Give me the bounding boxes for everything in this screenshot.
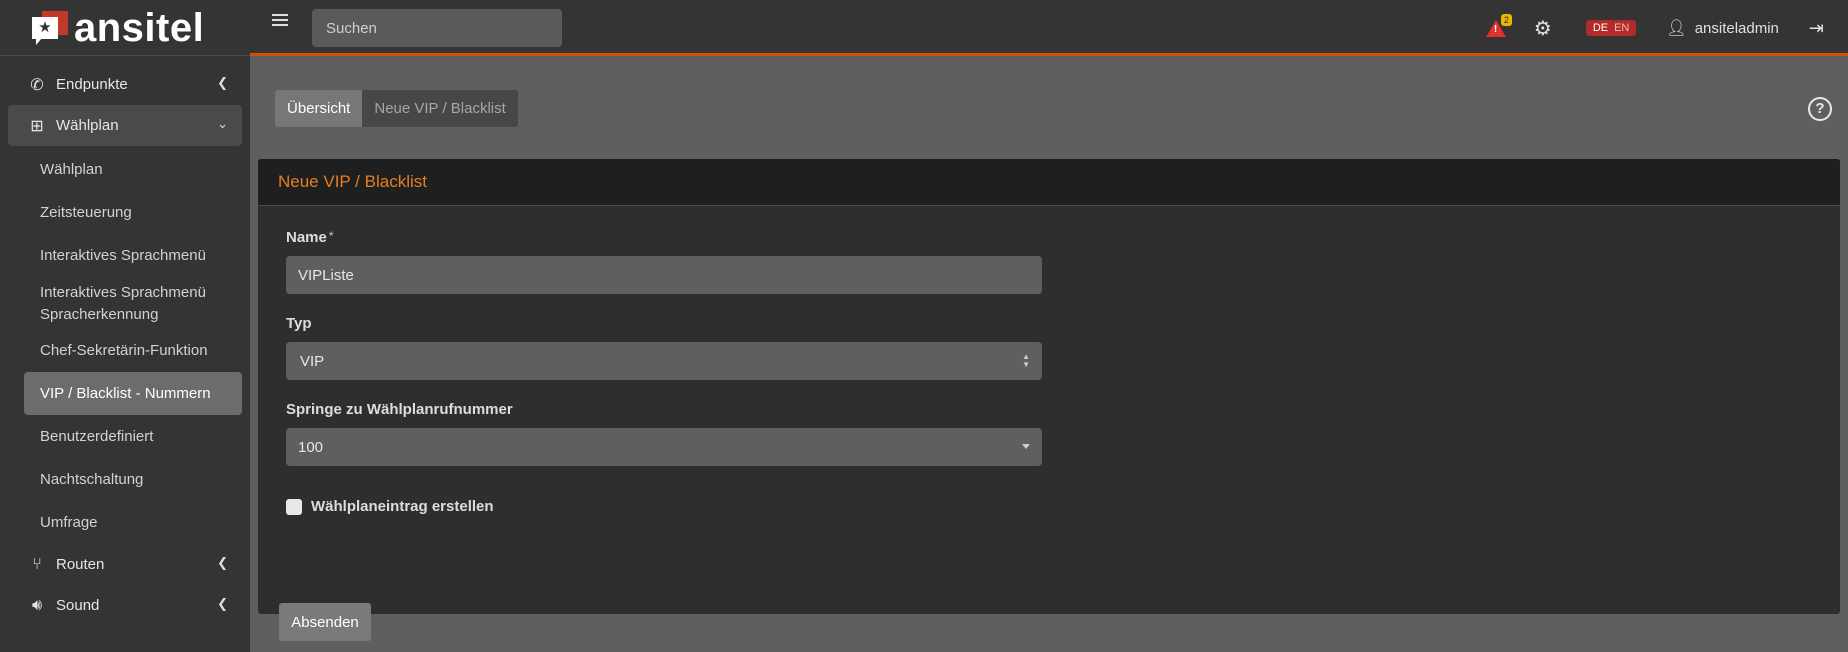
sidebar-subitem-zeitsteuerung[interactable]: Zeitsteuerung [24,191,242,234]
tab-uebersicht[interactable]: Übersicht [275,90,363,127]
gear-icon[interactable]: ⚙ [1534,16,1552,41]
sidebar-subitem-ivr[interactable]: Interaktives Sprachmenü [24,234,242,277]
sitemap-icon: ⊞ [30,117,44,135]
help-icon[interactable]: ? [1808,97,1832,121]
brand[interactable]: ★ ansitel [0,0,250,56]
card-title: Neue VIP / Blacklist [258,159,1840,206]
create-entry-row: Wählplaneintrag erstellen [286,498,494,515]
sidebar-subitem-chef-sekretaerin[interactable]: Chef-Sekretärin-Funktion [24,329,242,372]
form-card: Neue VIP / Blacklist Name * VIPListe Typ … [258,159,1840,641]
user-cog-icon: 👤︎ [1666,20,1687,37]
sidebar-item-routen[interactable]: ⑂ Routen ❮ [8,544,242,585]
sort-updown-icon: ▲ ▼ [1022,352,1030,369]
chevron-left-icon: ❮ [217,596,228,611]
user-menu[interactable]: 👤︎ ansiteladmin [1666,18,1779,38]
jump-select[interactable]: 100 [286,428,1042,466]
sidebar-subitem-vip-blacklist[interactable]: VIP / Blacklist - Nummern [24,372,242,415]
menu-toggle-icon[interactable] [272,14,288,28]
brand-name: ansitel [74,5,205,50]
name-field[interactable]: VIPListe [286,256,1042,294]
sound-icon: 🔊︎ [31,596,43,614]
sidebar-submenu: Wählplan Zeitsteuerung Interaktives Spra… [0,146,250,544]
sidebar-item-label: Endpunkte [56,76,128,93]
typ-select[interactable]: VIP ▲ ▼ [286,342,1042,380]
name-value: VIPListe [298,266,354,284]
create-entry-checkbox[interactable] [286,498,302,515]
caret-down-icon [1022,444,1030,449]
alert-count-badge: 2 [1500,14,1512,26]
sidebar-subitem-benutzerdefiniert[interactable]: Benutzerdefiniert [24,415,242,458]
sidebar-item-sound[interactable]: 🔊︎ Sound ❮ [8,585,242,626]
sidebar-subitem-ivr-speech[interactable]: Interaktives Sprachmenü Spracherkennung [24,277,242,329]
logo-icon: ★ [30,10,70,45]
sidebar-item-label: Routen [56,556,105,573]
sidebar-nav: ✆ Endpunkte ❮ ⊞ Wählplan ⌄ Wählplan Zeit… [0,56,250,626]
chevron-left-icon: ❮ [217,75,228,90]
required-marker: * [328,229,334,243]
jump-value: 100 [298,438,324,456]
name-label: Name * [286,229,334,246]
sidebar: ★ ansitel ✆ Endpunkte ❮ ⊞ Wählplan ⌄ Wäh… [0,0,250,652]
chevron-down-icon: ⌄ [217,116,228,131]
submit-button[interactable]: Absenden [279,603,371,641]
topbar: ! 2 ⚙ DE EN 👤︎ ansiteladmin ⇥ [250,0,1848,56]
logout-icon[interactable]: ⇥ [1809,18,1824,39]
sidebar-item-waehlplan[interactable]: ⊞ Wählplan ⌄ [8,105,242,146]
create-entry-label[interactable]: Wählplaneintrag erstellen [311,498,494,515]
sidebar-item-label: Sound [56,597,100,614]
page-tabs: Übersicht Neue VIP / Blacklist [275,90,518,127]
chevron-left-icon: ❮ [217,555,228,570]
lang-en[interactable]: EN [1611,22,1632,34]
username: ansiteladmin [1694,19,1779,37]
alert-button[interactable]: ! 2 [1485,14,1512,39]
sidebar-subitem-nachtschaltung[interactable]: Nachtschaltung [24,458,242,501]
jump-label: Springe zu Wählplanrufnummer [286,401,513,418]
sidebar-item-endpunkte[interactable]: ✆ Endpunkte ❮ [8,64,242,105]
sidebar-subitem-umfrage[interactable]: Umfrage [24,501,242,544]
sidebar-item-label: Wählplan [56,117,119,134]
search-input[interactable] [312,9,562,47]
typ-label: Typ [286,315,312,332]
sidebar-subitem-waehlplan[interactable]: Wählplan [24,148,242,191]
tab-neue-vip-blacklist[interactable]: Neue VIP / Blacklist [362,90,518,127]
typ-value: VIP [300,352,325,370]
route-icon: ⑂ [32,555,42,573]
language-switch[interactable]: DE EN [1585,20,1637,36]
phone-icon: ✆ [30,76,44,94]
lang-de[interactable]: DE [1590,22,1611,34]
